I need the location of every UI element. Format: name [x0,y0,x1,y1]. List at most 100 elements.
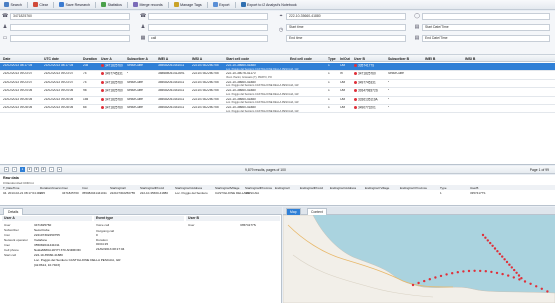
subscriber-b-input[interactable] [148,24,268,31]
cell-point-marker[interactable] [508,263,511,266]
cell-point-marker[interactable] [501,255,504,258]
table-row[interactable]: 21/02/2013 09:23:07 21/02/2013 09:23:07 74… [0,71,555,80]
column-header[interactable]: IMSI A [192,57,202,61]
cell-point-marker[interactable] [439,274,443,278]
column-header[interactable]: User A [101,57,112,61]
cell-point-marker[interactable] [484,270,487,273]
statistics-button[interactable]: Statistics [101,2,122,7]
column-header[interactable]: IMEI B [425,57,435,61]
start-time-input[interactable]: Start time [286,24,406,31]
cell-point-marker[interactable] [411,283,415,287]
location-input[interactable] [422,13,550,20]
cell-point-marker[interactable] [490,270,493,274]
column-header[interactable]: In/Out [340,57,350,61]
cell-lookup-input[interactable]: 222-10-35660-41880 [286,13,406,20]
subscriber-input[interactable] [10,24,130,31]
cell-point-marker[interactable] [512,276,515,279]
column-header[interactable]: Subscriber A [127,57,148,61]
cell-text: 1 [328,64,330,67]
save-research-button[interactable]: Save Research [58,2,90,7]
column-header[interactable]: Subscriber B [388,57,409,61]
cell-point-marker[interactable] [503,258,506,261]
start-datetime-input[interactable]: Start Date/Time [422,24,550,31]
cell-point-marker[interactable] [473,269,476,272]
column-header[interactable]: IMEI A [158,57,168,61]
cell-point-marker[interactable] [520,277,523,280]
end-time-input[interactable]: End time [286,35,406,42]
cell-text: 358686041412691 [158,72,185,76]
cell-point-marker[interactable] [495,271,499,275]
cell-point-marker[interactable] [467,269,471,273]
map-canvas[interactable] [283,215,555,303]
cell-point-marker[interactable] [493,247,497,250]
column-header[interactable]: UTC date [44,57,59,61]
search-button[interactable]: Search [4,2,22,7]
table-row[interactable]: 21/02/2013 09:26:05 21/02/2013 09:26:05 15… [0,97,555,105]
cell-point-marker[interactable] [434,276,437,279]
table-row[interactable]: 21/02/2013 09:23:07 21/02/2013 09:23:07 74… [0,80,555,89]
table-cell: 355082041441011 [158,98,184,101]
table-cell: Out [340,98,345,101]
table-row[interactable]: 21/02/2013 09:24:05 21/02/2013 09:24:05 98… [0,88,555,97]
manage-tags-button[interactable]: Manage Tags [173,2,202,7]
cell-point-marker[interactable] [507,274,510,277]
cell-point-marker[interactable] [496,250,499,253]
cell-point-marker[interactable] [423,279,426,283]
tab-map[interactable]: Map [286,208,301,215]
cell-point-marker[interactable] [540,287,543,290]
column-header[interactable]: User B [354,57,365,61]
column-header[interactable]: IMSI B [465,57,475,61]
cell-point-marker[interactable] [513,268,516,272]
column-header[interactable]: Duration [83,57,97,61]
cell-point-marker[interactable] [529,282,532,285]
cell-point-marker[interactable] [491,244,494,247]
cell-point-marker[interactable] [535,285,538,288]
target-number-input[interactable]: 3471825760 [10,13,130,20]
first-page-button[interactable]: « [4,167,9,172]
cell-point-marker[interactable] [479,269,482,273]
other-number-input[interactable] [148,13,268,20]
table-row[interactable]: 21/02/2013 09:28:05 21/02/2013 09:28:05 65… [0,105,555,114]
column-header[interactable]: Start cell code [226,57,249,61]
cell-point-marker[interactable] [518,278,521,281]
cell-point-marker[interactable] [484,236,487,239]
cell-point-marker[interactable] [510,266,513,269]
column-header[interactable]: Date [3,57,10,61]
column-header[interactable]: End cell code [290,57,312,61]
cell-point-marker[interactable] [515,271,518,274]
table-row[interactable]: 21/02/2013 08:17:04 21/02/2013 08:17:04 23… [0,63,555,72]
cell-point-marker[interactable] [501,272,504,276]
page-button[interactable]: 2 [27,167,32,172]
cell-point-marker[interactable] [489,241,492,245]
last-page-button[interactable]: » [57,167,62,172]
imei-input[interactable] [10,35,130,42]
cell-point-marker[interactable] [498,252,501,256]
cell-point-marker[interactable] [456,271,459,274]
next-page-button[interactable]: › [49,167,54,172]
export-button[interactable]: Export [212,2,230,7]
export-to-i2-analyst-s-notebook-button[interactable]: Export to i2 Analyst's Notebook [240,2,297,7]
page-button[interactable]: 1 [20,167,25,172]
merge-records-button[interactable]: Merge records [132,2,163,7]
cell-point-marker[interactable] [451,272,454,275]
end-datetime-input[interactable]: End Date/Time [422,35,550,42]
cell-point-marker[interactable] [486,239,489,242]
map-view[interactable] [283,215,555,303]
cell-point-marker[interactable] [462,270,465,273]
cell-point-marker[interactable] [481,233,485,237]
tab-details[interactable]: Details [3,208,24,215]
cell-point-marker[interactable] [523,280,527,283]
cell-point-marker[interactable] [445,273,448,276]
clear-button[interactable]: Clear [32,2,48,7]
cell-point-marker[interactable] [417,281,420,285]
cell-point-marker[interactable] [428,278,431,281]
page-button[interactable]: 4 [41,167,46,172]
call-type-select[interactable]: call [148,35,268,42]
cell-point-marker[interactable] [546,290,549,293]
page-button[interactable]: 3 [34,167,39,172]
cell-point-marker[interactable] [517,274,521,277]
prev-page-button[interactable]: ‹ [12,167,17,172]
cell-point-marker[interactable] [505,260,509,264]
column-header[interactable]: Type [328,57,336,61]
tab-context[interactable]: Context [307,208,327,215]
